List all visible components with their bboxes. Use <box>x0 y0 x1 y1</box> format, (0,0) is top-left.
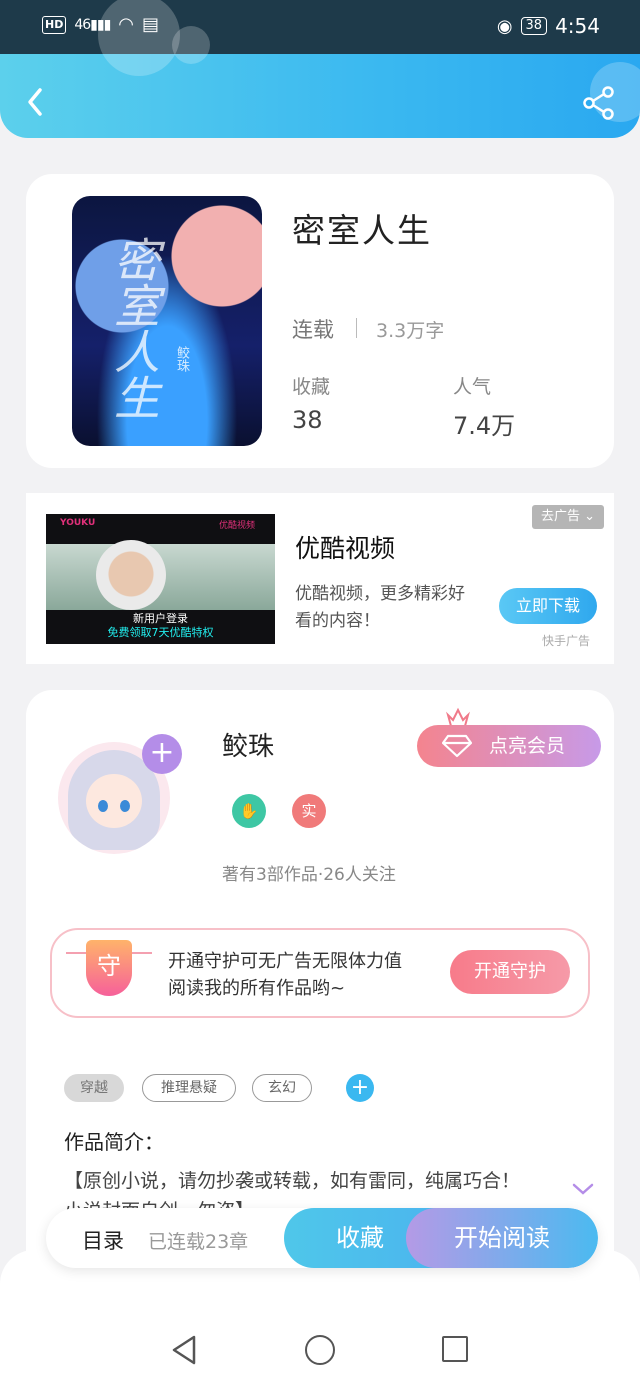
guard-banner: 守 开通守护可无广告无限体力值 阅读我的所有作品哟~ 开通守护 <box>50 928 590 1018</box>
ad-image[interactable]: YOUKU 优酷视频 新用户登录 免费领取7天优酷特权 <box>46 514 275 644</box>
book-status: 连载 <box>292 318 334 342</box>
book-cover[interactable]: 密室人生 鲛珠 <box>72 196 262 446</box>
book-word-count: 3.3万字 <box>376 320 445 342</box>
decor-bubble <box>172 26 210 64</box>
guard-button[interactable]: 开通守护 <box>450 950 570 994</box>
follow-button[interactable]: + <box>142 734 182 774</box>
guard-text-line2: 阅读我的所有作品哟~ <box>168 978 346 999</box>
ad-image-person <box>96 540 166 610</box>
popularity-label: 人气 <box>453 376 492 398</box>
tag-chip[interactable]: 推理悬疑 <box>142 1074 236 1102</box>
avatar-face <box>86 774 142 828</box>
remove-ad-button[interactable]: 去广告 ⌄ <box>532 505 604 529</box>
ad-title: 优酷视频 <box>295 534 396 563</box>
chapter-count: 已连载23章 <box>148 1231 249 1253</box>
favorites-value: 38 <box>292 406 323 434</box>
plus-icon: + <box>350 1075 370 1100</box>
add-tag-button[interactable]: + <box>346 1074 374 1102</box>
divider <box>356 318 357 338</box>
tag-chip[interactable]: 玄幻 <box>252 1074 312 1102</box>
book-title: 密室人生 <box>292 211 432 250</box>
popularity-value: 7.4万 <box>453 412 516 440</box>
cover-author: 鲛珠 <box>174 346 189 372</box>
hd-icon: HD <box>42 15 67 34</box>
battery-icon: 38 <box>520 17 548 35</box>
favorites-label: 收藏 <box>292 376 331 398</box>
wing-left <box>66 952 86 968</box>
cover-title: 密室人生 <box>107 236 161 420</box>
toc-button[interactable]: 目录 <box>82 1225 124 1255</box>
back-button[interactable] <box>22 84 50 120</box>
avatar-eye <box>120 800 130 812</box>
guard-text: 开通守护可无广告无限体力值 阅读我的所有作品哟~ <box>168 948 402 1002</box>
intro-title: 作品简介： <box>64 1130 164 1154</box>
nav-home-icon[interactable] <box>305 1335 335 1365</box>
wing-right <box>132 952 152 968</box>
system-nav-bar <box>0 1320 640 1387</box>
guard-text-line1: 开通守护可无广告无限体力值 <box>168 951 402 972</box>
ad-source: 快手广告 <box>542 634 591 648</box>
start-reading-button[interactable]: 开始阅读 <box>406 1208 598 1268</box>
decor-bubble <box>98 0 180 76</box>
clock: 4:54 <box>555 14 600 38</box>
top-header <box>0 0 640 138</box>
guard-shield-icon: 守 <box>86 940 132 996</box>
expand-chevron-icon[interactable] <box>572 1182 594 1196</box>
ad-description: 优酷视频，更多精彩好看的内容！ <box>295 584 465 631</box>
ad-image-brand: YOUKU <box>60 518 96 528</box>
handshake-icon: ✋ <box>232 794 266 828</box>
tag-chip[interactable]: 穿越 <box>64 1074 124 1102</box>
ad-download-button[interactable]: 立即下载 <box>499 588 597 624</box>
chevron-down-icon: ⌄ <box>584 509 596 524</box>
avatar-eye <box>98 800 108 812</box>
verified-badge: 实 <box>292 794 326 828</box>
ad-image-brand-right: 优酷视频 <box>218 521 255 531</box>
status-bar: HD 46▮▮▮ ◠ ▤ ◉ 38 4:54 <box>0 0 640 54</box>
bottom-action-bar: 目录 已连载23章 收藏 开始阅读 <box>46 1208 598 1268</box>
book-info-card: 密室人生 鲛珠 密室人生 连载 3.3万字 收藏 38 人气 7.4万 <box>26 174 614 468</box>
ad-image-promo-2: 免费领取7天优酷特权 <box>107 626 214 639</box>
diamond-icon <box>442 734 472 758</box>
ad-banner[interactable]: YOUKU 优酷视频 新用户登录 免费领取7天优酷特权 优酷视频 优酷视频，更多… <box>26 493 614 664</box>
nav-recents-icon[interactable] <box>442 1336 468 1362</box>
plus-icon: + <box>149 735 175 770</box>
nav-back-icon[interactable] <box>170 1334 198 1366</box>
share-button[interactable] <box>582 86 616 120</box>
eye-icon: ◉ <box>496 15 513 37</box>
author-stats: 著有3部作品·26人关注 <box>222 865 396 885</box>
author-name: 鲛珠 <box>222 732 275 762</box>
